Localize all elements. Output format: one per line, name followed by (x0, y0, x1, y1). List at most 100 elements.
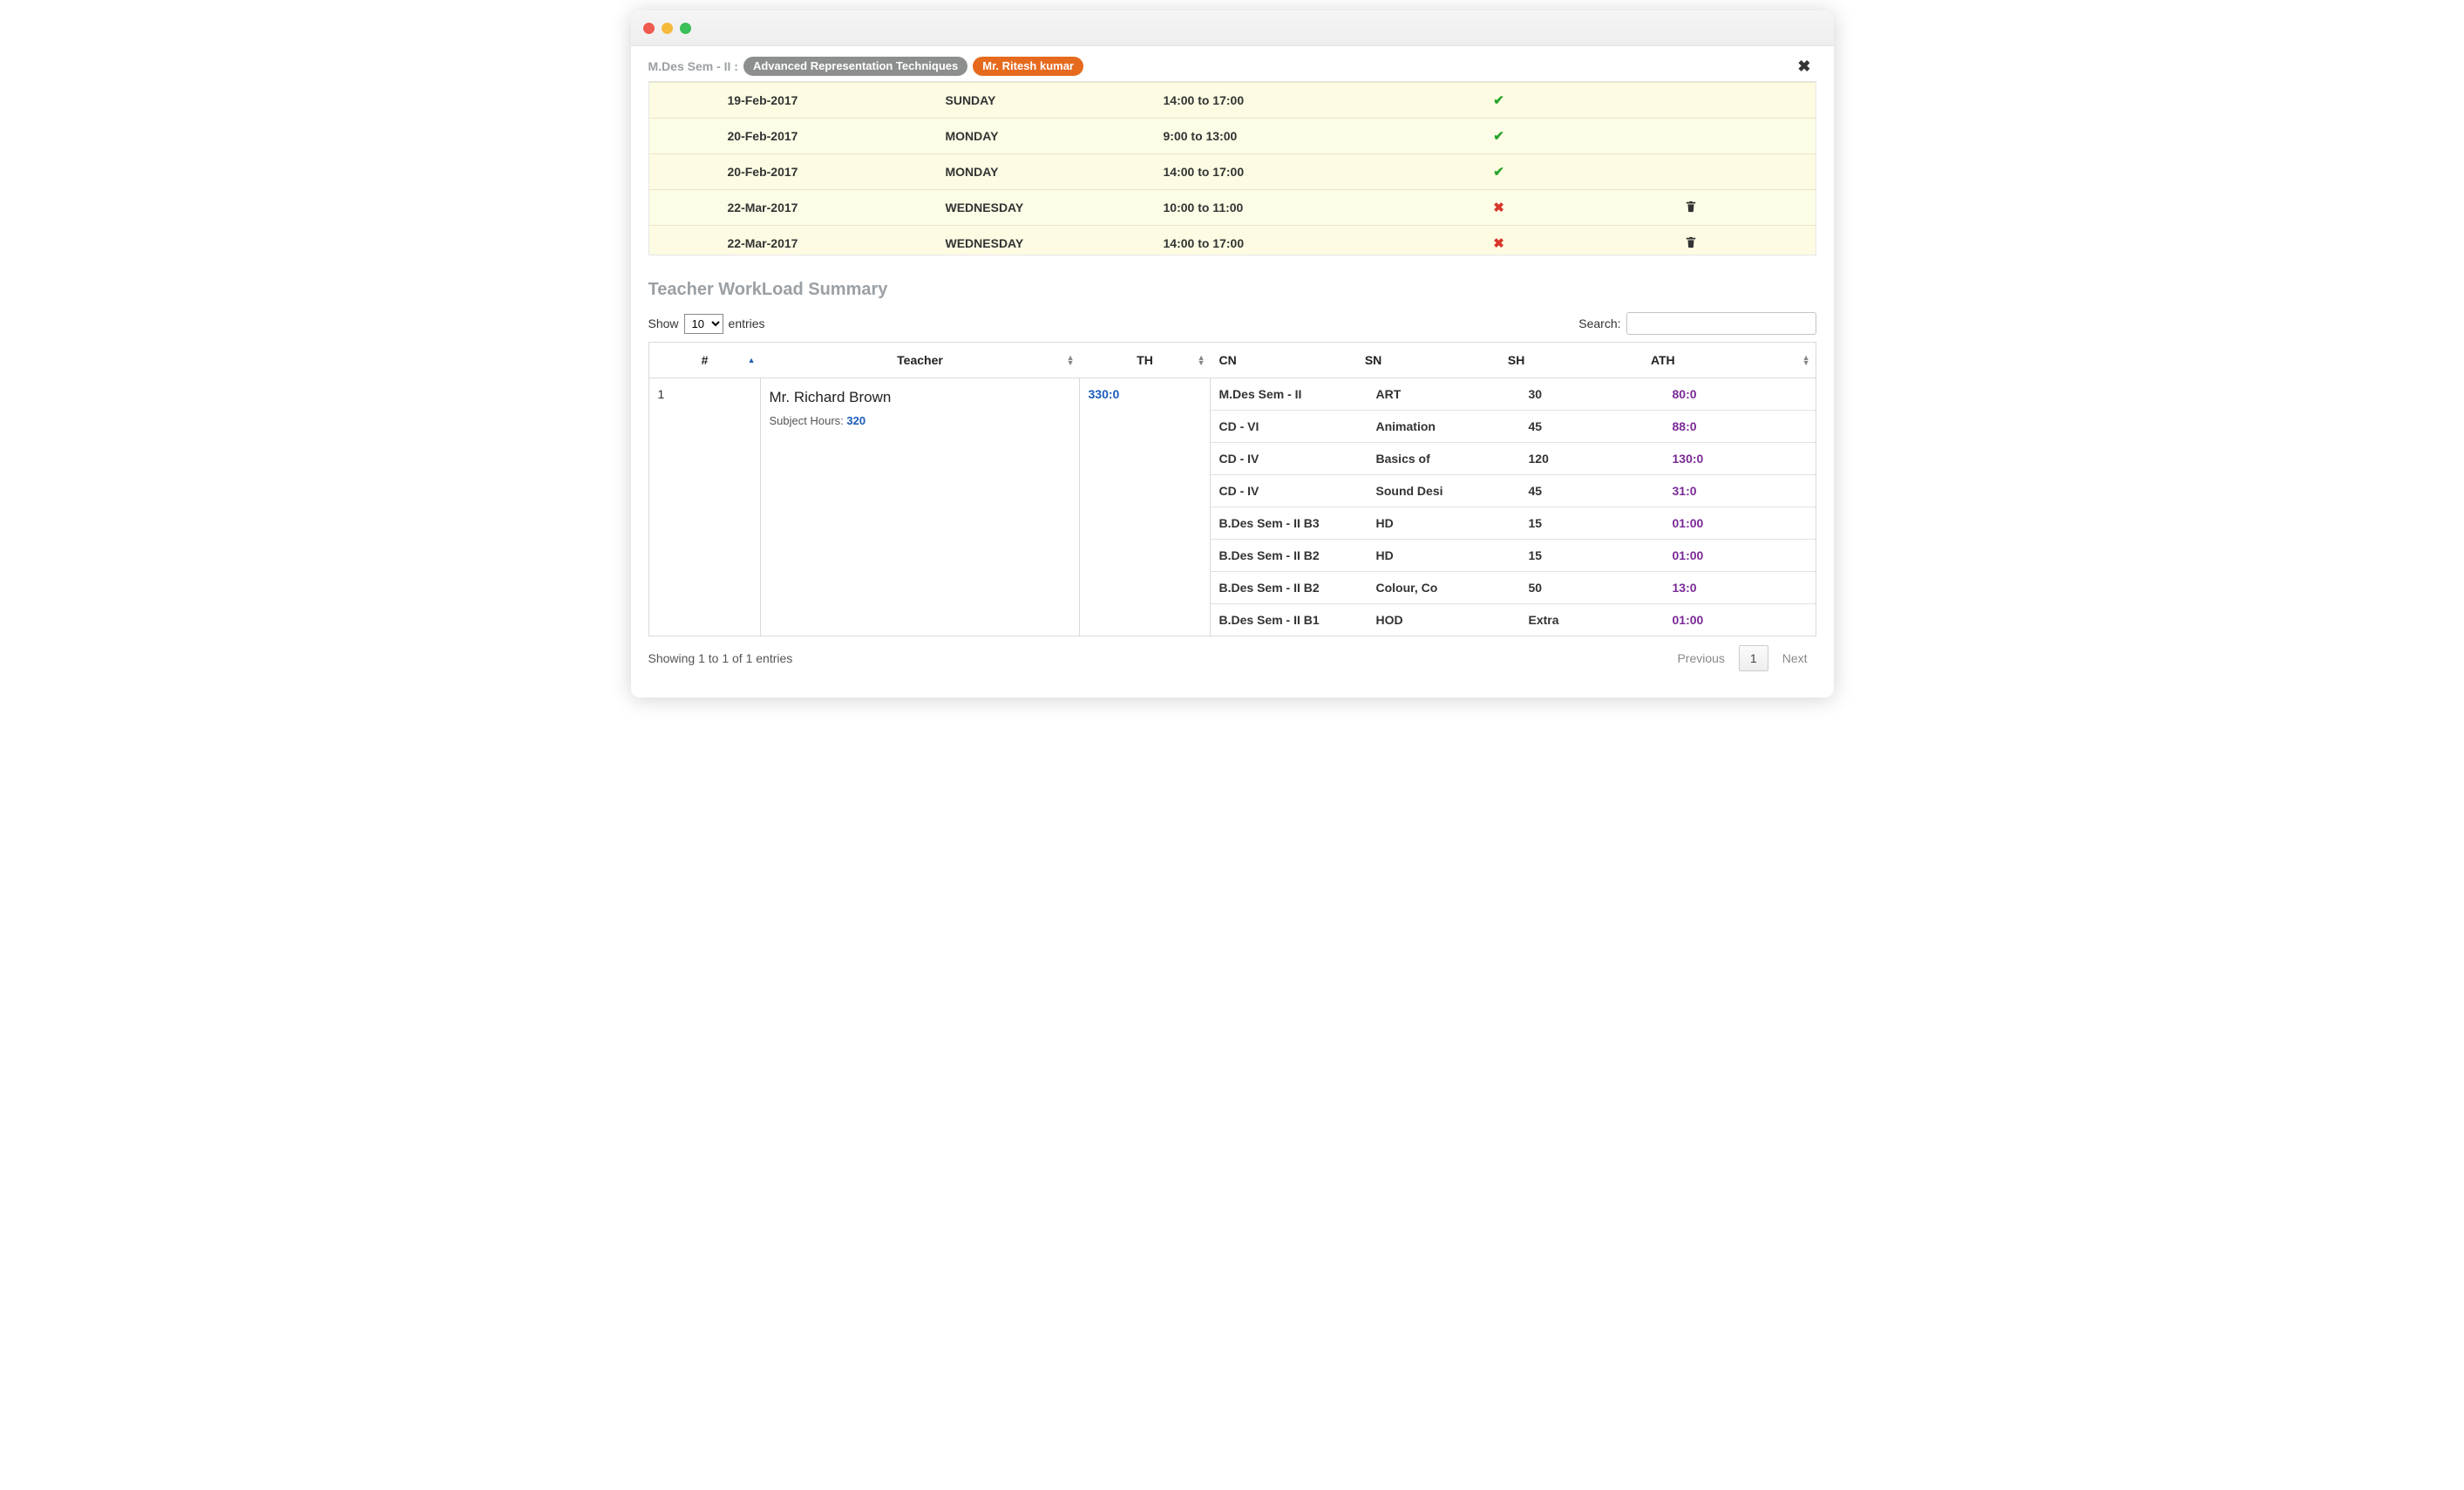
breadcrumb: M.Des Sem - II : Advanced Representation… (648, 57, 1084, 76)
detail-sh: 30 (1520, 378, 1664, 411)
schedule-status: ✔ (1408, 119, 1591, 154)
detail-ath: 88:0 (1664, 411, 1816, 443)
col-sh: SH (1499, 343, 1642, 378)
close-icon[interactable]: ✖ (1792, 58, 1816, 76)
schedule-date: 22-Mar-2017 (649, 226, 937, 255)
table-row: 1 Mr. Richard Brown Subject Hours: 320 3… (649, 378, 1816, 636)
col-teacher[interactable]: Teacher ▲▼ (761, 343, 1080, 378)
detail-sh: 15 (1520, 540, 1664, 572)
detail-cn: B.Des Sem - II B2 (1211, 572, 1368, 604)
schedule-time: 14:00 to 17:00 (1155, 154, 1408, 190)
prev-button[interactable]: Previous (1668, 646, 1733, 670)
schedule-table: 19-Feb-2017SUNDAY14:00 to 17:00✔20-Feb-2… (649, 82, 1816, 255)
schedule-day: WEDNESDAY (937, 226, 1155, 255)
detail-cn: B.Des Sem - II B2 (1211, 540, 1368, 572)
col-ath[interactable]: ATH ▲▼ (1642, 343, 1816, 378)
teacher-name: Richard Brown (794, 389, 892, 405)
detail-cn: CD - IV (1211, 443, 1368, 475)
trash-icon[interactable] (1685, 201, 1697, 215)
schedule-time: 10:00 to 11:00 (1155, 190, 1408, 226)
row-index: 1 (649, 378, 761, 636)
schedule-date: 20-Feb-2017 (649, 119, 937, 154)
schedule-day: MONDAY (937, 119, 1155, 154)
next-button[interactable]: Next (1774, 646, 1816, 670)
trash-icon[interactable] (1685, 237, 1697, 251)
breadcrumb-program: M.Des Sem - II : (648, 59, 738, 73)
detail-sn: HOD (1368, 604, 1520, 636)
schedule-row: 19-Feb-2017SUNDAY14:00 to 17:00✔ (649, 83, 1816, 119)
summary-table: # ▲ Teacher ▲▼ TH ▲▼ CN SN SH AT (648, 342, 1816, 636)
schedule-row: 20-Feb-2017MONDAY9:00 to 13:00✔ (649, 119, 1816, 154)
detail-sn: Sound Desi (1368, 475, 1520, 507)
detail-row: B.Des Sem - II B1HODExtra01:00 (1211, 604, 1816, 636)
detail-ath: 01:00 (1664, 507, 1816, 540)
search-label: Search: (1578, 316, 1620, 330)
detail-cn: CD - IV (1211, 475, 1368, 507)
schedule-row: 20-Feb-2017MONDAY14:00 to 17:00✔ (649, 154, 1816, 190)
detail-ath: 01:00 (1664, 604, 1816, 636)
schedule-panel: 19-Feb-2017SUNDAY14:00 to 17:00✔20-Feb-2… (648, 81, 1816, 255)
detail-sh: 45 (1520, 411, 1664, 443)
schedule-time: 14:00 to 17:00 (1155, 83, 1408, 119)
entries-select[interactable]: 10 (684, 314, 723, 334)
schedule-actions (1591, 226, 1791, 255)
check-icon: ✔ (1493, 129, 1504, 144)
page-number[interactable]: 1 (1739, 645, 1768, 671)
check-icon: ✔ (1493, 165, 1504, 180)
detail-ath: 13:0 (1664, 572, 1816, 604)
window-zoom-icon[interactable] (680, 23, 691, 34)
show-label-pre: Show (648, 316, 679, 330)
schedule-status: ✔ (1408, 83, 1591, 119)
schedule-actions (1591, 154, 1791, 190)
col-sn: SN (1356, 343, 1499, 378)
detail-ath: 31:0 (1664, 475, 1816, 507)
schedule-day: WEDNESDAY (937, 190, 1155, 226)
detail-sn: Basics of (1368, 443, 1520, 475)
detail-sn: HD (1368, 507, 1520, 540)
detail-row: B.Des Sem - II B2HD1501:00 (1211, 540, 1816, 572)
cross-icon: ✖ (1493, 236, 1504, 251)
detail-sh: 120 (1520, 443, 1664, 475)
detail-ath: 01:00 (1664, 540, 1816, 572)
schedule-scroll[interactable]: 19-Feb-2017SUNDAY14:00 to 17:00✔20-Feb-2… (649, 82, 1816, 255)
teacher-cell: Mr. Richard Brown Subject Hours: 320 (761, 378, 1080, 636)
schedule-actions (1591, 83, 1791, 119)
breadcrumb-teacher-pill[interactable]: Mr. Ritesh kumar (973, 57, 1083, 76)
table-info: Showing 1 to 1 of 1 entries (648, 651, 793, 665)
schedule-date: 19-Feb-2017 (649, 83, 937, 119)
detail-ath: 130:0 (1664, 443, 1816, 475)
detail-sn: Animation (1368, 411, 1520, 443)
schedule-date: 20-Feb-2017 (649, 154, 937, 190)
col-th[interactable]: TH ▲▼ (1080, 343, 1211, 378)
schedule-day: SUNDAY (937, 83, 1155, 119)
subject-hours-label: Subject Hours: (770, 414, 847, 427)
schedule-time: 14:00 to 17:00 (1155, 226, 1408, 255)
detail-row: CD - IVBasics of120130:0 (1211, 443, 1816, 475)
detail-cn: B.Des Sem - II B3 (1211, 507, 1368, 540)
schedule-row: 22-Mar-2017WEDNESDAY14:00 to 17:00 ✖ (649, 226, 1816, 255)
detail-ath: 80:0 (1664, 378, 1816, 411)
cross-icon: ✖ (1493, 201, 1504, 215)
summary-title: Teacher WorkLoad Summary (648, 280, 1816, 300)
detail-row: CD - IVSound Desi4531:0 (1211, 475, 1816, 507)
detail-row: B.Des Sem - II B2Colour, Co5013:0 (1211, 572, 1816, 604)
detail-sh: Extra (1520, 604, 1664, 636)
col-index[interactable]: # ▲ (649, 343, 761, 378)
entries-selector: Show 10 entries (648, 314, 765, 334)
detail-row: M.Des Sem - IIART3080:0 (1211, 378, 1816, 411)
detail-sn: Colour, Co (1368, 572, 1520, 604)
window-close-icon[interactable] (643, 23, 655, 34)
detail-sh: 45 (1520, 475, 1664, 507)
schedule-actions (1591, 190, 1791, 226)
schedule-row: 22-Mar-2017WEDNESDAY10:00 to 11:00✖ (649, 190, 1816, 226)
th-cell: 330:0 (1080, 378, 1211, 636)
teacher-prefix: Mr. (770, 389, 791, 405)
schedule-status: ✖ (1408, 190, 1591, 226)
window-minimize-icon[interactable] (662, 23, 673, 34)
detail-row: B.Des Sem - II B3HD1501:00 (1211, 507, 1816, 540)
subject-hours-value: 320 (846, 414, 865, 427)
breadcrumb-subject-pill[interactable]: Advanced Representation Techniques (743, 57, 967, 76)
titlebar (631, 10, 1834, 46)
app-window: M.Des Sem - II : Advanced Representation… (631, 10, 1834, 697)
search-input[interactable] (1626, 312, 1816, 335)
